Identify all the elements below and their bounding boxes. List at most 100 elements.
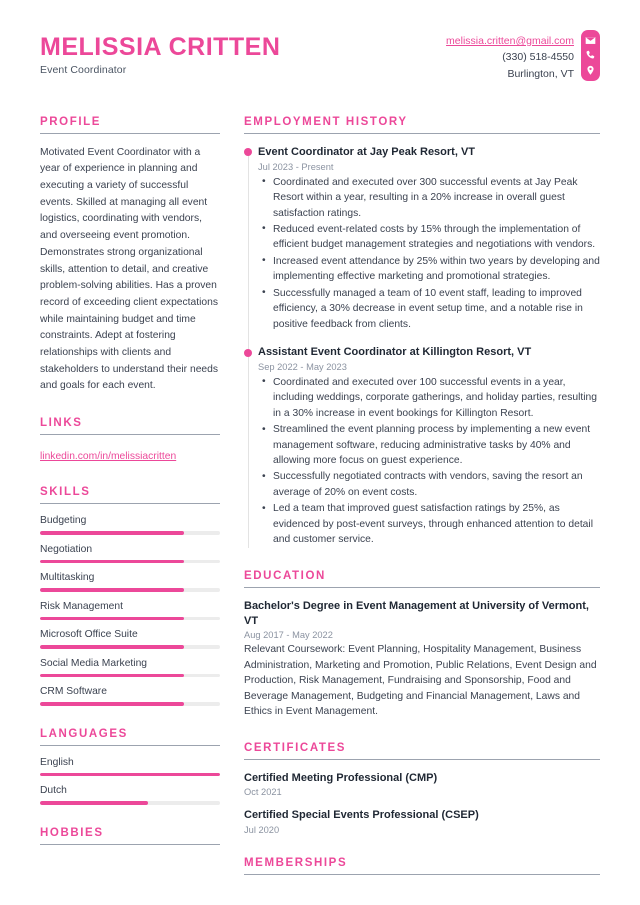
language-bar-fill [40,772,220,777]
skill-bar-track [40,559,220,564]
language-item: Dutch [40,785,220,805]
skill-item: Microsoft Office Suite [40,629,220,649]
section-languages: Languages English Dutch [40,728,220,805]
skill-item: Negotiation [40,544,220,564]
section-title-languages: Languages [40,728,220,746]
section-education: Education Bachelor's Degree in Event Man… [244,570,600,720]
certificate-entry: Certified Meeting Professional (CMP) Oct… [244,771,600,798]
skill-label: Budgeting [40,515,87,527]
skill-bar-fill [40,702,184,706]
section-memberships: Memberships [244,857,600,876]
left-column: Profile Motivated Event Coordinator with… [40,116,220,897]
certificate-date: Jul 2020 [244,825,280,836]
skill-bar-track [40,673,220,678]
skill-bar-fill [40,531,184,535]
section-title-links: Links [40,417,220,435]
skill-label: Negotiation [40,543,93,555]
employment-heading: Event Coordinator at Jay Peak Resort, VT [258,145,476,158]
section-title-certificates: Certificates [244,742,600,760]
skill-bar-track [40,616,220,621]
list-item: Coordinated and executed over 100 succes… [258,374,600,421]
list-item: Led a team that improved guest satisfact… [258,501,600,547]
contact-block: melissia.critten@gmail.com (330) 518-455… [446,30,600,82]
certificate-title: Certified Meeting Professional (CMP) [244,771,438,784]
section-title-education: Education [244,570,600,588]
timeline-dot-icon [244,148,252,157]
section-hobbies: Hobbies [40,827,220,845]
contact-lines: melissia.critten@gmail.com (330) 518-455… [446,30,574,82]
employment-entry: Event Coordinator at Jay Peak Resort, VT… [244,145,600,332]
contact-icon-pill [581,30,600,81]
link-item[interactable]: linkedin.com/in/melissiacritten [40,451,176,462]
language-label: Dutch [40,785,67,797]
education-date: Aug 2017 - May 2022 [244,630,333,641]
resume-page: MELISSIA CRITTEN Event Coordinator melis… [0,0,640,905]
envelope-icon [585,35,596,46]
list-item: Streamlined the event planning process b… [258,422,600,468]
skill-bar-track [40,645,220,649]
education-title: Bachelor's Degree in Event Management at… [244,599,589,627]
phone-text: (330) 518-4550 [502,51,574,64]
skill-label: Multitasking [40,572,95,584]
right-column: Employment History Event Coordinator at … [244,116,600,897]
timeline-dot-icon [244,348,252,357]
skills-list: Budgeting Negotiation Multitasking Risk … [40,515,220,706]
section-title-skills: Skills [40,486,220,505]
skill-item: Multitasking [40,572,220,592]
employment-date: Sep 2022 - May 2023 [258,361,347,372]
skill-label: Microsoft Office Suite [40,629,138,641]
list-item: Coordinated and executed over 300 succes… [258,174,600,221]
skill-bar-fill [40,616,184,621]
name-block: MELISSIA CRITTEN Event Coordinator [40,30,281,77]
skill-bar-track [40,702,220,706]
certificate-title: Certified Special Events Professional (C… [244,809,479,822]
section-employment: Employment History Event Coordinator at … [244,116,600,548]
page-title: MELISSIA CRITTEN [40,33,281,61]
section-skills: Skills Budgeting Negotiation Multitaskin… [40,486,220,706]
education-description: Relevant Coursework: Event Planning, Hos… [244,644,597,718]
skill-label: Risk Management [40,600,123,612]
phone-icon [585,50,596,61]
list-item: Successfully negotiated contracts with v… [258,469,600,500]
profile-text: Motivated Event Coordinator with a year … [40,146,219,392]
language-label: English [40,756,74,768]
employment-bullets: Coordinated and executed over 300 succes… [258,174,600,332]
resume-header: MELISSIA CRITTEN Event Coordinator melis… [40,30,600,82]
skill-bar-fill [40,673,184,678]
employment-timeline: Event Coordinator at Jay Peak Resort, VT… [244,145,600,548]
skill-item: CRM Software [40,686,220,706]
language-item: English [40,757,220,777]
education-entry: Bachelor's Degree in Event Management at… [244,599,600,720]
language-bar-fill [40,801,148,805]
section-title-memberships: Memberships [244,857,600,876]
language-bar-track [40,772,220,777]
section-certificates: Certificates Certified Meeting Professio… [244,742,600,836]
skill-item: Risk Management [40,601,220,621]
job-title-subtitle: Event Coordinator [40,64,127,77]
language-bar-track [40,801,220,805]
employment-date: Jul 2023 - Present [258,161,334,172]
list-item: Increased event attendance by 25% within… [258,253,600,285]
skill-label: Social Media Marketing [40,657,148,669]
list-item: Reduced event-related costs by 15% throu… [258,221,600,253]
list-item: Successfully managed a team of 10 event … [258,285,600,332]
location-text: Burlington, VT [507,67,574,80]
section-links: Links linkedin.com/in/melissiacritten [40,417,220,464]
languages-list: English Dutch [40,757,220,805]
section-title-profile: Profile [40,116,220,134]
skill-bar-track [40,588,220,592]
email-link[interactable]: melissia.critten@gmail.com [446,33,574,49]
employment-bullets: Coordinated and executed over 100 succes… [258,374,600,548]
skill-label: CRM Software [40,686,107,698]
skill-bar-fill [40,559,184,564]
certificate-date: Oct 2021 [244,787,282,798]
section-title-employment: Employment History [244,116,600,134]
employment-heading: Assistant Event Coordinator at Killingto… [258,346,532,359]
location-pin-icon [585,65,596,76]
skill-bar-fill [40,588,184,592]
section-profile: Profile Motivated Event Coordinator with… [40,116,220,395]
employment-entry: Assistant Event Coordinator at Killingto… [244,345,600,548]
resume-columns: Profile Motivated Event Coordinator with… [40,116,600,897]
skill-bar-track [40,531,220,535]
section-title-hobbies: Hobbies [40,827,220,845]
